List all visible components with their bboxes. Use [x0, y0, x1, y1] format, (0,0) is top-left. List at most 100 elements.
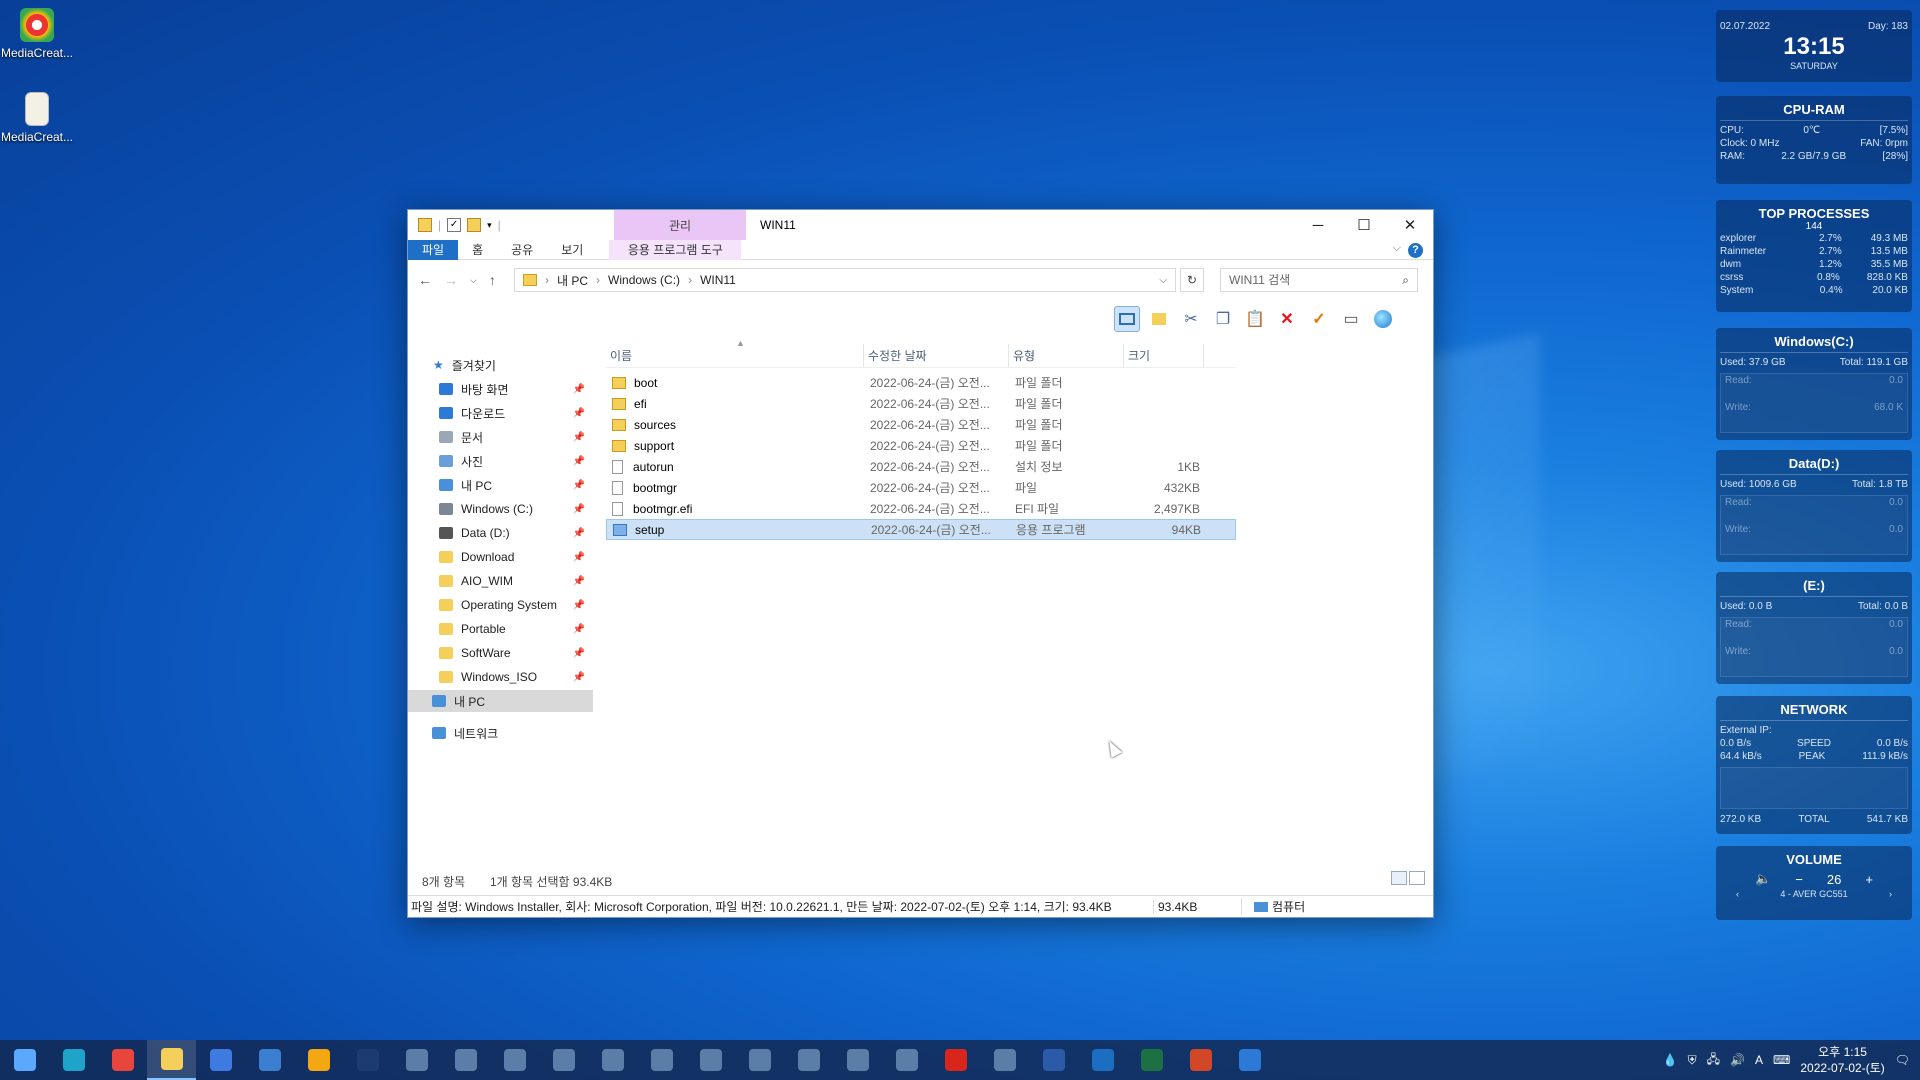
navigation-pane-icon[interactable] [1114, 306, 1140, 332]
help-icon[interactable]: ? [1408, 243, 1423, 258]
column-size[interactable]: 크기 [1124, 344, 1204, 367]
pin-icon[interactable]: 📌 [573, 384, 585, 395]
nav-item[interactable]: 사진 📌 [408, 450, 593, 472]
ime-indicator[interactable]: A [1755, 1053, 1763, 1067]
taskbar-start-button[interactable] [0, 1040, 49, 1080]
taskbar-app-button[interactable] [882, 1040, 931, 1080]
network-tray-icon[interactable]: 🖧 [1707, 1050, 1720, 1071]
address-bar[interactable]: › 내 PC › Windows (C:) › WIN11 ⌵ [514, 268, 1176, 292]
desktop-icon-mediacreation-1[interactable]: MediaCreat... [0, 8, 74, 60]
tab-file[interactable]: 파일 [408, 239, 459, 260]
taskbar-mail-button[interactable] [245, 1040, 294, 1080]
file-row[interactable]: sources 2022-06-24-(금) 오전... 파일 폴더 [606, 414, 1236, 435]
previous-device-button[interactable]: ‹ [1736, 889, 1739, 899]
nav-item[interactable]: 문서 📌 [408, 426, 593, 448]
details-view-icon[interactable] [1391, 871, 1407, 885]
ime-mode-icon[interactable]: ⌨ [1773, 1053, 1790, 1067]
pin-icon[interactable]: 📌 [573, 504, 585, 515]
search-input[interactable]: WIN11 검색 ⌕ [1220, 268, 1418, 292]
pin-icon[interactable]: 📌 [573, 432, 585, 443]
taskbar-app-button[interactable] [735, 1040, 784, 1080]
nav-item[interactable]: SoftWare 📌 [408, 642, 593, 664]
pin-icon[interactable]: 📌 [573, 648, 585, 659]
file-row[interactable]: boot 2022-06-24-(금) 오전... 파일 폴더 [606, 372, 1236, 393]
next-device-button[interactable]: › [1889, 889, 1892, 899]
nav-item[interactable]: Download 📌 [408, 546, 593, 568]
taskbar-security-button[interactable] [1225, 1040, 1274, 1080]
minimize-button[interactable]: ─ [1295, 210, 1341, 240]
globe-icon[interactable] [1370, 306, 1396, 332]
pin-icon[interactable]: 📌 [573, 456, 585, 467]
taskbar-app-button[interactable] [686, 1040, 735, 1080]
nav-item[interactable]: 바탕 화면 📌 [408, 378, 593, 400]
tab-home[interactable]: 홈 [458, 240, 497, 260]
taskbar-aimp-button[interactable] [294, 1040, 343, 1080]
delete-icon[interactable]: ✕ [1274, 306, 1300, 332]
pin-icon[interactable]: 📌 [573, 552, 585, 563]
file-row[interactable]: bootmgr 2022-06-24-(금) 오전... 파일 432KB [606, 477, 1236, 498]
taskbar-app-button[interactable] [441, 1040, 490, 1080]
up-arrow-icon[interactable]: ↑ [489, 272, 496, 288]
nav-this-pc[interactable]: 내 PC [408, 690, 593, 712]
taskbar-chrome-button[interactable] [98, 1040, 147, 1080]
cut-icon[interactable]: ✂ [1178, 306, 1204, 332]
expand-ribbon-icon[interactable]: ⌵ [1393, 242, 1401, 255]
taskbar-acrobat-button[interactable] [931, 1040, 980, 1080]
taskbar-app-button[interactable] [784, 1040, 833, 1080]
customize-dropdown-icon[interactable]: ▾ [487, 220, 492, 231]
recent-locations-chevron-icon[interactable]: ⌵ [470, 275, 477, 286]
nav-network[interactable]: 네트워크 [408, 722, 593, 744]
nav-item[interactable]: 내 PC 📌 [408, 474, 593, 496]
rename-icon[interactable]: ▭ [1338, 306, 1364, 332]
volume-down-button[interactable]: − [1795, 872, 1803, 887]
taskbar-clock[interactable]: 오후 1:15 2022-07-02-(토) [1800, 1044, 1884, 1076]
tab-share[interactable]: 공유 [497, 240, 547, 260]
refresh-button[interactable]: ↻ [1180, 268, 1204, 292]
taskbar-app-button[interactable] [490, 1040, 539, 1080]
desktop-icon-mediacreation-2[interactable]: MediaCreat... [0, 92, 74, 144]
shield-tray-icon[interactable]: ⛨ [1688, 1053, 1697, 1068]
maximize-button[interactable]: ☐ [1341, 210, 1387, 240]
file-row[interactable]: setup 2022-06-24-(금) 오전... 응용 프로그램 94KB [606, 519, 1236, 540]
nav-item[interactable]: Portable 📌 [408, 618, 593, 640]
pin-icon[interactable]: 📌 [573, 600, 585, 611]
address-dropdown-icon[interactable]: ⌵ [1159, 275, 1167, 286]
nav-item[interactable]: Operating System 📌 [408, 594, 593, 616]
nav-quick-access[interactable]: ★ 즐겨찾기 [408, 354, 593, 376]
taskbar-app-button[interactable] [392, 1040, 441, 1080]
back-arrow-icon[interactable]: ← [418, 272, 432, 288]
file-row[interactable]: autorun 2022-06-24-(금) 오전... 설치 정보 1KB [606, 456, 1236, 477]
taskbar-word-button[interactable] [1029, 1040, 1078, 1080]
taskbar-excel-button[interactable] [1127, 1040, 1176, 1080]
pin-icon[interactable]: 📌 [573, 480, 585, 491]
forward-arrow-icon[interactable]: → [444, 272, 458, 288]
taskbar-app-button[interactable] [980, 1040, 1029, 1080]
close-button[interactable]: ✕ [1387, 210, 1433, 240]
properties-icon[interactable]: ✓ [447, 218, 462, 232]
taskbar-store-button[interactable] [196, 1040, 245, 1080]
pin-icon[interactable]: 📌 [573, 672, 585, 683]
taskbar-app-button[interactable] [637, 1040, 686, 1080]
new-folder-icon[interactable] [467, 218, 482, 232]
large-icons-view-icon[interactable] [1409, 871, 1425, 885]
taskbar-photoshop-button[interactable] [343, 1040, 392, 1080]
column-name[interactable]: 이름 [606, 344, 864, 367]
copy-icon[interactable]: ❐ [1210, 306, 1236, 332]
pin-icon[interactable]: 📌 [573, 408, 585, 419]
select-all-icon[interactable]: ✓ [1306, 306, 1332, 332]
nav-item[interactable]: Windows_ISO 📌 [408, 666, 593, 688]
breadcrumb-windows-c[interactable]: Windows (C:) [608, 273, 680, 287]
tray-app-icon[interactable]: 💧 [1663, 1053, 1678, 1067]
nav-item[interactable]: AIO_WIM 📌 [408, 570, 593, 592]
column-type[interactable]: 유형 [1009, 344, 1124, 367]
nav-item[interactable]: Windows (C:) 📌 [408, 498, 593, 520]
nav-item[interactable]: 다운로드 📌 [408, 402, 593, 424]
breadcrumb-win11[interactable]: WIN11 [700, 273, 736, 287]
taskbar-edge-button[interactable] [49, 1040, 98, 1080]
breadcrumb-this-pc[interactable]: 내 PC [557, 272, 588, 289]
pin-icon[interactable]: 📌 [573, 528, 585, 539]
taskbar-outlook-button[interactable] [1078, 1040, 1127, 1080]
column-date-modified[interactable]: 수정한 날짜 [864, 344, 1009, 367]
volume-tray-icon[interactable]: 🔊 [1730, 1053, 1745, 1067]
paste-icon[interactable]: 📋 [1242, 306, 1268, 332]
